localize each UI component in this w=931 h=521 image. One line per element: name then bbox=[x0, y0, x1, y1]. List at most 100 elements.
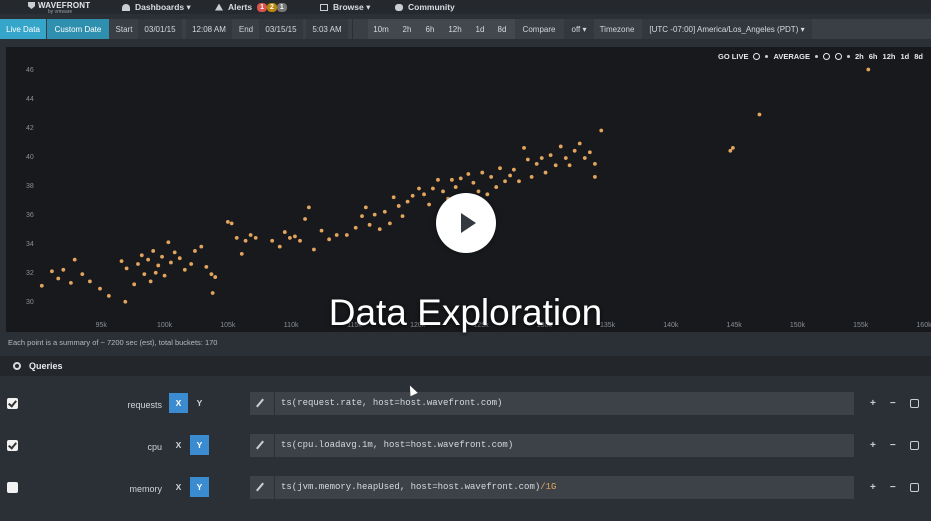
remove-query-button[interactable]: − bbox=[890, 440, 896, 451]
scatter-point bbox=[593, 175, 597, 179]
query-enabled-checkbox[interactable] bbox=[7, 398, 18, 409]
nav-browse[interactable]: Browse ▾ bbox=[320, 1, 370, 13]
scatter-point bbox=[306, 205, 311, 210]
nav-dashboards[interactable]: Dashboards ▾ bbox=[122, 1, 191, 13]
query-expression-input[interactable]: ts(request.rate, host=host.wavefront.com… bbox=[275, 392, 854, 415]
edit-query-icon[interactable] bbox=[250, 476, 274, 499]
y-tick-label: 44 bbox=[26, 96, 34, 103]
copy-icon[interactable] bbox=[909, 483, 919, 492]
custom-date-button[interactable]: Custom Date bbox=[47, 19, 109, 39]
start-date-input[interactable]: 03/01/15 bbox=[138, 19, 182, 39]
zoom-8d-button[interactable]: 8d bbox=[914, 52, 923, 61]
live-data-button[interactable]: Live Data bbox=[0, 19, 46, 39]
scatter-point bbox=[498, 166, 502, 171]
scatter-point bbox=[572, 148, 577, 153]
zoom-out-icon[interactable] bbox=[835, 52, 842, 60]
scatter-point bbox=[757, 112, 762, 117]
edit-query-icon[interactable] bbox=[250, 392, 274, 415]
y-axis-button[interactable]: Y bbox=[190, 477, 209, 497]
go-live-button[interactable]: GO LIVE bbox=[718, 52, 748, 61]
timezone-select[interactable]: [UTC -07:00] America/Los_Angeles (PDT) ▾ bbox=[642, 19, 812, 39]
video-play-button[interactable] bbox=[436, 193, 496, 253]
scatter-point bbox=[400, 214, 405, 219]
y-axis-button[interactable]: Y bbox=[190, 393, 209, 413]
scatter-point bbox=[327, 237, 332, 242]
queries-header[interactable]: Queries bbox=[0, 356, 931, 376]
scatter-point bbox=[360, 214, 364, 219]
query-expression-text: ts(cpu.loadavg.1m, host=host.wavefront.c… bbox=[281, 440, 514, 450]
scatter-point bbox=[577, 141, 582, 146]
range-8d-button[interactable]: 8d bbox=[492, 19, 512, 39]
scatter-point bbox=[417, 186, 421, 191]
copy-icon[interactable] bbox=[909, 399, 919, 408]
range-12h-button[interactable]: 12h bbox=[444, 19, 466, 39]
x-axis-button[interactable]: X bbox=[169, 477, 188, 497]
query-enabled-checkbox[interactable] bbox=[7, 482, 18, 493]
scatter-point bbox=[177, 256, 182, 261]
range-6h-button[interactable]: 6h bbox=[420, 19, 440, 39]
scatter-point bbox=[512, 167, 516, 172]
scatter-point bbox=[69, 280, 73, 285]
scatter-point bbox=[396, 204, 401, 208]
scatter-point bbox=[162, 273, 167, 278]
scatter-point bbox=[539, 156, 544, 160]
add-query-button[interactable]: + bbox=[870, 440, 876, 451]
brand-subtitle: by vmware bbox=[48, 9, 73, 15]
compare-label: Compare bbox=[522, 24, 556, 34]
copy-icon[interactable] bbox=[909, 441, 919, 450]
range-1d-button[interactable]: 1d bbox=[470, 19, 490, 39]
start-time-input[interactable]: 12:08 AM bbox=[186, 19, 232, 39]
remove-query-button[interactable]: − bbox=[890, 482, 896, 493]
scatter-point bbox=[151, 249, 156, 253]
timezone-label: Timezone bbox=[599, 24, 635, 34]
add-query-button[interactable]: + bbox=[870, 482, 876, 493]
query-name[interactable]: requests bbox=[127, 400, 162, 410]
zoom-12h-button[interactable]: 12h bbox=[883, 52, 896, 61]
range-10m-button[interactable]: 10m bbox=[370, 19, 392, 39]
summarize-select[interactable]: AVERAGE bbox=[773, 52, 810, 61]
scatter-point bbox=[334, 233, 339, 237]
scatter-point bbox=[282, 230, 287, 234]
scatter-point bbox=[353, 225, 358, 230]
query-name[interactable]: cpu bbox=[147, 442, 162, 452]
scatter-point bbox=[270, 238, 275, 243]
end-label: End bbox=[238, 24, 254, 34]
app-window: WAVEFRONT by vmware Dashboards ▾ Alerts … bbox=[0, 0, 931, 521]
scatter-point bbox=[730, 145, 735, 150]
x-axis-button[interactable]: X bbox=[169, 435, 188, 455]
scatter-point bbox=[548, 153, 553, 158]
nav-browse-label: Browse ▾ bbox=[333, 1, 371, 12]
end-date-input[interactable]: 03/15/15 bbox=[259, 19, 303, 39]
nav-alerts[interactable]: Alerts 1 2 1 bbox=[215, 1, 287, 13]
query-expression-input[interactable]: ts(cpu.loadavg.1m, host=host.wavefront.c… bbox=[275, 434, 854, 457]
query-actions: + − bbox=[862, 392, 931, 415]
add-query-button[interactable]: + bbox=[870, 398, 876, 409]
chart-panel[interactable]: 30 32 34 36 38 40 42 44 46 95k 100k 105k 110k 115k 12… bbox=[6, 47, 931, 332]
x-axis-button[interactable]: X bbox=[169, 393, 188, 413]
scatter-point bbox=[476, 189, 481, 194]
query-name[interactable]: memory bbox=[129, 484, 162, 494]
remove-query-button[interactable]: − bbox=[890, 398, 896, 409]
y-tick-label: 38 bbox=[26, 183, 34, 190]
y-tick-label: 46 bbox=[26, 67, 34, 74]
nav-community[interactable]: Community bbox=[395, 1, 455, 13]
edit-query-icon[interactable] bbox=[250, 434, 274, 457]
zoom-in-icon[interactable] bbox=[823, 52, 830, 60]
compare-select[interactable]: off ▾ bbox=[564, 19, 594, 39]
range-2h-button[interactable]: 2h bbox=[397, 19, 417, 39]
scatter-chart[interactable]: 303234363840424446 95k 100k 105k 110k 115k 12… bbox=[6, 47, 931, 332]
scatter-point bbox=[593, 161, 597, 166]
zoom-6h-button[interactable]: 6h bbox=[869, 52, 878, 61]
gear-icon[interactable] bbox=[13, 362, 21, 370]
zoom-2h-button[interactable]: 2h bbox=[855, 52, 864, 61]
scatter-point bbox=[136, 262, 140, 266]
brand-logo[interactable]: WAVEFRONT by vmware bbox=[28, 1, 98, 15]
end-time-input[interactable]: 5:03 AM bbox=[306, 19, 348, 39]
y-axis-button[interactable]: Y bbox=[190, 435, 209, 455]
query-enabled-checkbox[interactable] bbox=[7, 440, 18, 451]
live-toggle-icon[interactable] bbox=[753, 52, 761, 60]
query-expression-input[interactable]: ts(jvm.memory.heapUsed, host=host.wavefr… bbox=[275, 476, 854, 499]
query-row: cpu X Y ts(cpu.loadavg.1m, host=host.wav… bbox=[0, 430, 931, 466]
scatter-point bbox=[72, 257, 77, 262]
zoom-1d-button[interactable]: 1d bbox=[900, 52, 909, 61]
